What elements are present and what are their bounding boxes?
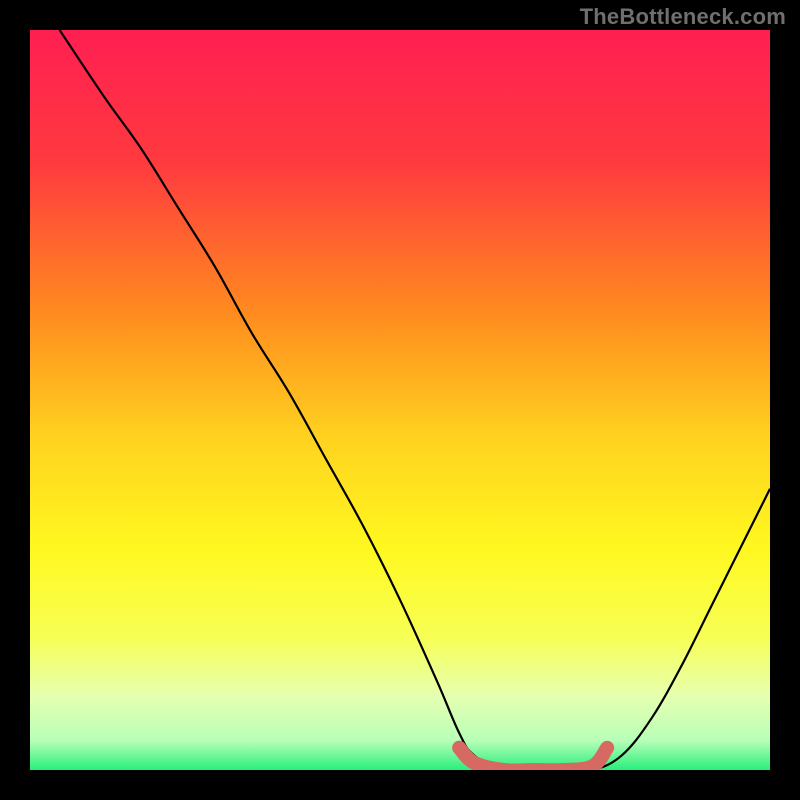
gradient-background — [30, 30, 770, 770]
bottleneck-chart — [30, 30, 770, 770]
chart-frame: TheBottleneck.com — [0, 0, 800, 800]
watermark-text: TheBottleneck.com — [580, 4, 786, 30]
highlight-start-dot — [452, 741, 466, 755]
